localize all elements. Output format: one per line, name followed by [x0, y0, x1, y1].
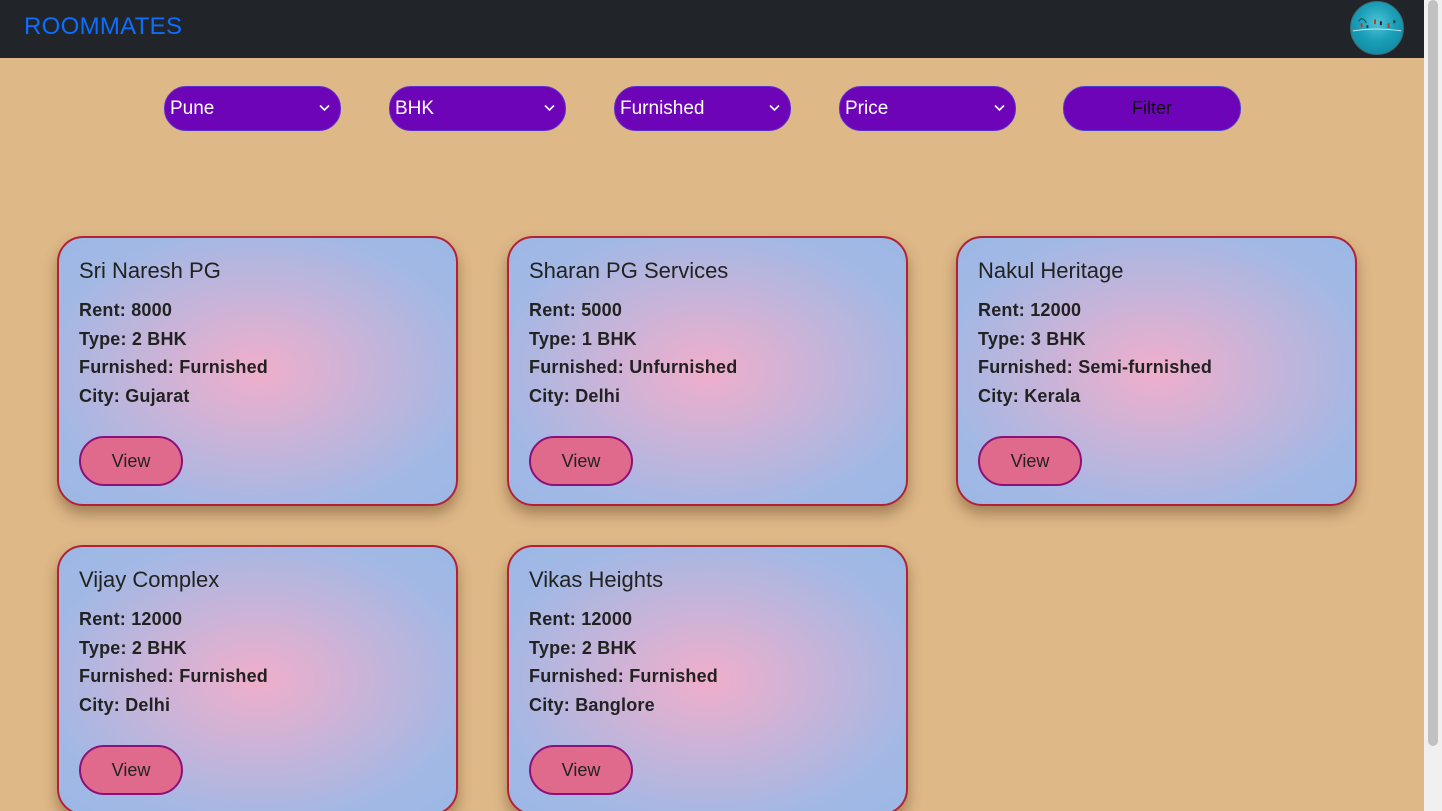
listing-city: City: Banglore [529, 694, 655, 715]
listing-type: Type: 3 BHK [978, 328, 1086, 349]
listing-furnished: Furnished: Semi-furnished [978, 357, 1213, 377]
listing-rent: Rent: 5000 [529, 300, 623, 320]
view-button[interactable]: View [79, 745, 183, 795]
listing-city: City: Gujarat [79, 385, 190, 406]
view-button[interactable]: View [978, 436, 1082, 486]
view-button[interactable]: View [529, 745, 633, 795]
view-button[interactable]: View [529, 436, 633, 486]
listing-title: Sri Naresh PG [79, 258, 221, 283]
profile-avatar-icon[interactable] [1350, 1, 1404, 55]
listing-furnished: Furnished: Unfurnished [529, 357, 738, 377]
listing-card: Sri Naresh PG Rent: 8000 Type: 2 BHK Fur… [57, 236, 458, 506]
chevron-down-icon [769, 104, 780, 112]
listing-city: City: Kerala [978, 385, 1081, 406]
bhk-select[interactable]: BHK [389, 86, 566, 131]
listing-rent: Rent: 12000 [79, 609, 183, 629]
listing-type: Type: 2 BHK [79, 637, 187, 658]
furnished-select-value: Furnished [620, 98, 705, 119]
listing-furnished: Furnished: Furnished [79, 357, 269, 377]
price-select-value: Price [845, 98, 889, 119]
listing-rent: Rent: 12000 [978, 300, 1082, 320]
listing-title: Nakul Heritage [978, 258, 1124, 283]
listing-card: Vijay Complex Rent: 12000 Type: 2 BHK Fu… [57, 545, 458, 811]
chevron-down-icon [994, 104, 1005, 112]
listing-city: City: Delhi [529, 385, 621, 406]
view-button[interactable]: View [79, 436, 183, 486]
listing-type: Type: 2 BHK [529, 637, 637, 658]
chevron-down-icon [544, 104, 555, 112]
furnished-select[interactable]: Furnished [614, 86, 791, 131]
price-select[interactable]: Price [839, 86, 1016, 131]
brand-link[interactable]: ROOMMATES [24, 13, 182, 41]
filter-button[interactable]: Filter [1063, 86, 1241, 131]
listing-city: City: Delhi [79, 694, 171, 715]
listing-rent: Rent: 12000 [529, 609, 633, 629]
chevron-down-icon [319, 104, 330, 112]
city-select-value: Pune [170, 98, 215, 119]
bhk-select-value: BHK [395, 98, 435, 119]
listing-title: Vijay Complex [79, 567, 220, 592]
listing-title: Vikas Heights [529, 567, 664, 592]
listing-card: Sharan PG Services Rent: 5000 Type: 1 BH… [507, 236, 908, 506]
listing-card: Nakul Heritage Rent: 12000 Type: 3 BHK F… [956, 236, 1357, 506]
navbar: ROOMMATES [0, 0, 1424, 58]
listing-title: Sharan PG Services [529, 258, 729, 283]
listing-card: Vikas Heights Rent: 12000 Type: 2 BHK Fu… [507, 545, 908, 811]
listing-rent: Rent: 8000 [79, 300, 173, 320]
scrollbar-thumb[interactable] [1428, 0, 1438, 746]
listing-furnished: Furnished: Furnished [79, 666, 269, 686]
listing-type: Type: 2 BHK [79, 328, 187, 349]
filter-bar: Pune BHK Furnished Price Filter [0, 86, 1424, 131]
listing-type: Type: 1 BHK [529, 328, 637, 349]
city-select[interactable]: Pune [164, 86, 341, 131]
listing-furnished: Furnished: Furnished [529, 666, 719, 686]
